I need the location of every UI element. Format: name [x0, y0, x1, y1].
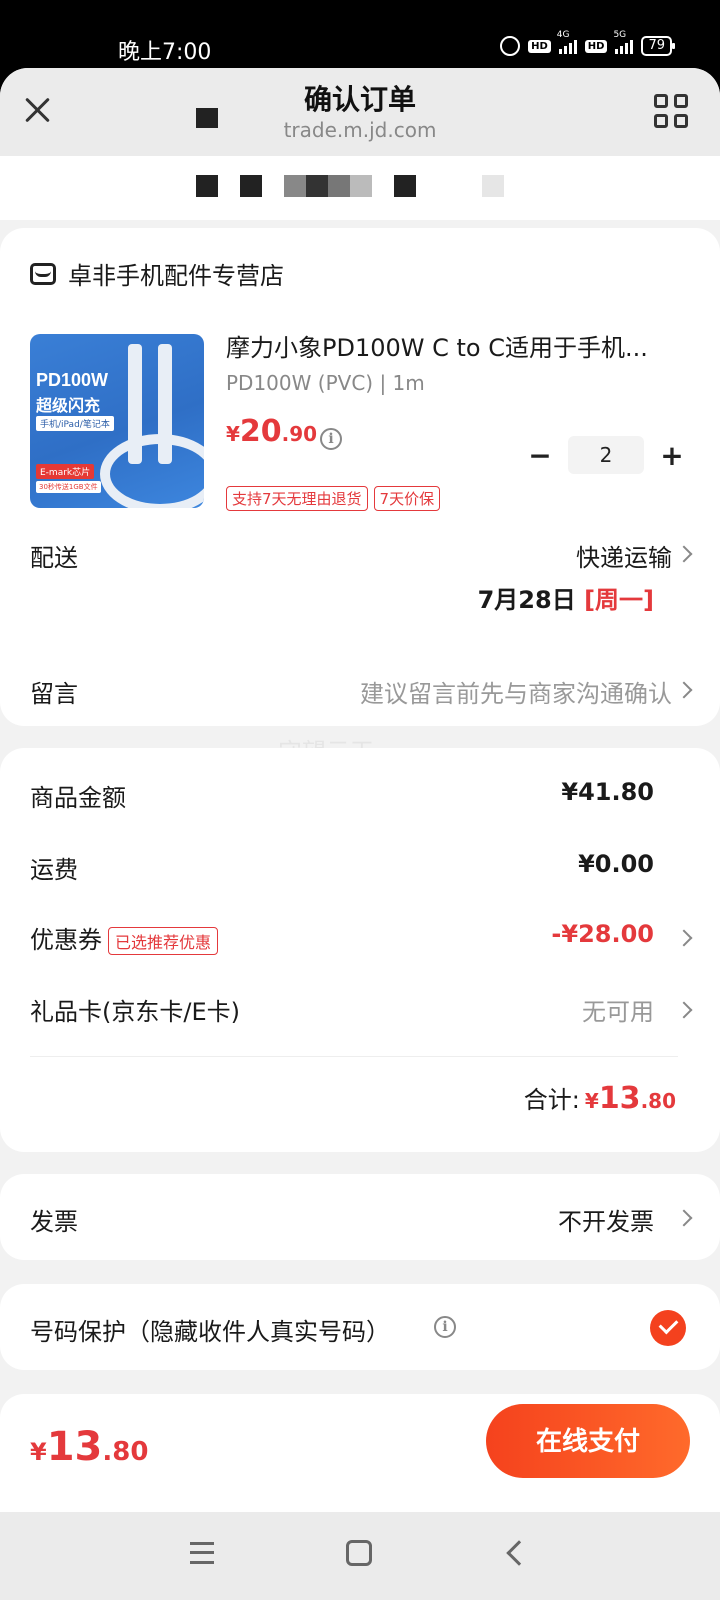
redacted-block	[306, 175, 328, 197]
shop-name[interactable]: 卓非手机配件专营店	[30, 256, 284, 291]
product-price: ¥20.90	[226, 414, 318, 449]
chevron-right-icon[interactable]	[675, 1001, 693, 1019]
redacted-block	[394, 175, 416, 197]
invoice-value[interactable]: 不开发票	[558, 1202, 654, 1237]
hd-icon: HD	[528, 39, 551, 53]
status-time: 晚上7:00	[118, 40, 212, 65]
chevron-right-icon[interactable]	[675, 681, 693, 699]
product-spec[interactable]: PD100W (PVC) | 1m	[226, 371, 425, 395]
order-page: 确认订单 trade.m.jd.com 卓非手机配件专营店 PD100W 超级闪…	[0, 68, 720, 1600]
redacted-block	[350, 175, 372, 197]
shipping-value: ¥0.00	[578, 850, 654, 878]
pay-online-button[interactable]: 在线支付	[486, 1404, 690, 1478]
redacted-block	[240, 175, 262, 197]
coupon-value[interactable]: -¥28.00	[551, 920, 654, 948]
pay-amount: ¥13.80	[30, 1424, 149, 1470]
service-tags: 支持7天无理由退货 7天价保	[226, 486, 441, 511]
redacted-block	[196, 175, 218, 197]
message-input[interactable]: 建议留言前先与商家沟通确认	[360, 674, 672, 709]
delivery-date[interactable]: 7月28日 [周一]	[478, 580, 654, 615]
invoice-label: 发票	[30, 1208, 78, 1236]
home-icon[interactable]	[346, 1540, 372, 1566]
image-text-1: PD100W	[36, 370, 109, 390]
image-text-5: 30秒传送1GB文件	[36, 481, 101, 493]
price-info-icon[interactable]: i	[320, 428, 342, 450]
decrease-button[interactable]: −	[528, 439, 552, 472]
product-image[interactable]: PD100W 超级闪充 手机/iPad/笔记本 E-mark芯片 30秒传送1G…	[30, 334, 204, 508]
tag-price-protect: 7天价保	[373, 486, 441, 511]
system-nav-bar	[0, 1512, 720, 1600]
redacted-block	[482, 175, 504, 197]
chevron-right-icon[interactable]	[675, 1209, 693, 1227]
coupon-label[interactable]: 优惠券 已选推荐优惠	[30, 920, 219, 955]
redacted-block	[328, 175, 350, 197]
status-icons: HD 4G HD 5G 79	[500, 30, 675, 56]
privacy-label: 号码保护（隐藏收件人真实号码）	[30, 1318, 390, 1346]
product-name[interactable]: 摩力小象PD100W C to C适用于手机...	[226, 328, 676, 363]
page-header: 确认订单 trade.m.jd.com	[0, 68, 720, 156]
page-url: trade.m.jd.com	[283, 118, 437, 142]
page-title: 确认订单	[303, 83, 416, 116]
chevron-right-icon[interactable]	[675, 545, 693, 563]
back-icon[interactable]	[506, 1540, 532, 1566]
shop-label: 卓非手机配件专营店	[68, 262, 284, 290]
delivery-method[interactable]: 快递运输	[576, 538, 672, 573]
alarm-icon	[500, 36, 521, 56]
price-summary-card: 商品金额 ¥41.80 运费 ¥0.00 优惠券 已选推荐优惠 -¥28.00 礼…	[0, 748, 720, 1152]
pay-bar: ¥13.80 在线支付	[0, 1394, 720, 1512]
message-label: 留言	[30, 680, 78, 708]
product-card: 卓非手机配件专营店 PD100W 超级闪充 手机/iPad/笔记本 E-mark…	[0, 228, 720, 726]
quantity-input[interactable]: 2	[568, 436, 644, 474]
giftcard-value[interactable]: 无可用	[582, 992, 654, 1027]
quantity-stepper: − 2 +	[528, 436, 684, 474]
signal-5g-icon: 5G	[613, 30, 634, 54]
shop-icon	[30, 262, 56, 285]
shipping-label: 运费	[30, 856, 78, 884]
redacted-block	[284, 175, 306, 197]
goods-amount-value: ¥41.80	[561, 778, 654, 806]
tag-return: 支持7天无理由退货	[226, 486, 368, 511]
coupon-badge: 已选推荐优惠	[108, 927, 219, 955]
image-text-4: E-mark芯片	[36, 464, 95, 479]
coil-graphic	[100, 434, 204, 508]
goods-amount-label: 商品金额	[30, 784, 126, 812]
giftcard-label[interactable]: 礼品卡(京东卡/E卡)	[30, 992, 240, 1027]
grid-menu-icon[interactable]	[654, 94, 688, 128]
image-text-2: 超级闪充	[36, 396, 101, 415]
signal-4g-icon: 4G	[557, 30, 577, 54]
hd-icon-2: HD	[584, 39, 608, 53]
divider	[30, 1056, 678, 1057]
privacy-info-icon[interactable]: i	[434, 1316, 456, 1338]
status-bar: 晚上7:00 HD 4G HD 5G 79	[0, 0, 720, 70]
invoice-card[interactable]: 发票 不开发票	[0, 1174, 720, 1260]
privacy-card: 号码保护（隐藏收件人真实号码） i	[0, 1284, 720, 1370]
battery-icon: 79	[641, 36, 675, 56]
delivery-label: 配送	[30, 544, 78, 572]
increase-button[interactable]: +	[660, 439, 684, 472]
privacy-checkbox[interactable]	[650, 1310, 686, 1346]
menu-icon[interactable]	[190, 1542, 214, 1564]
image-text-3: 手机/iPad/笔记本	[36, 416, 114, 431]
chevron-right-icon[interactable]	[675, 929, 693, 947]
order-total: 合计: ¥13.80	[523, 1081, 676, 1116]
